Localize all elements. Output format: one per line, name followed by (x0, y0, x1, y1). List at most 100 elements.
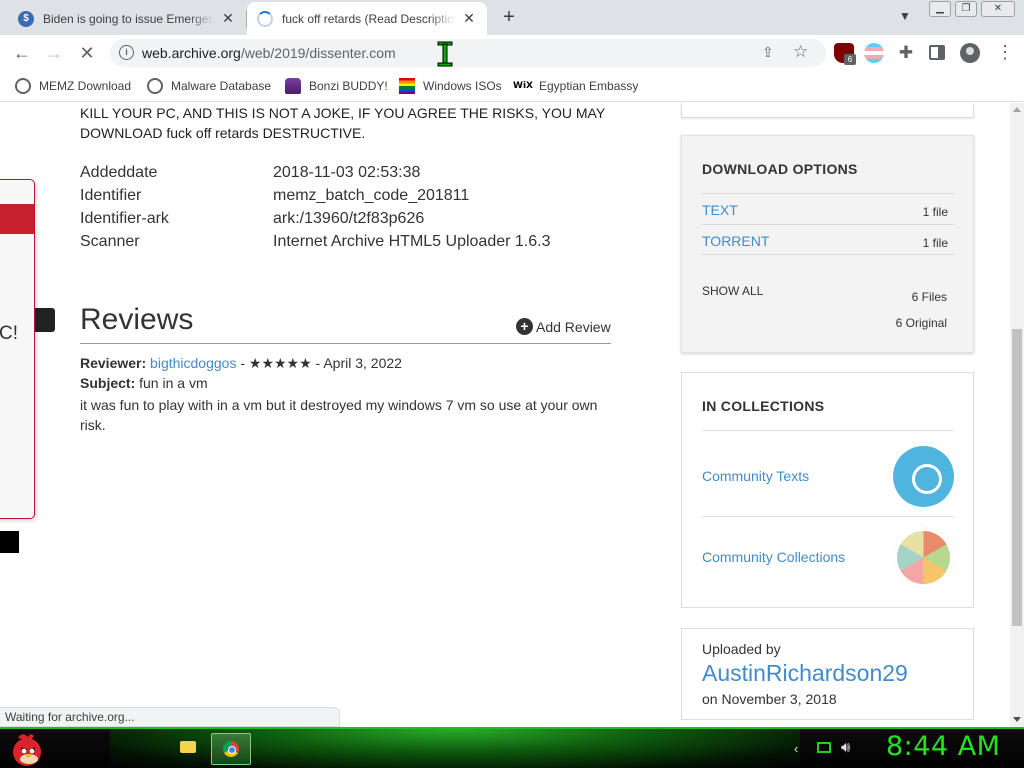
metadata-key: Addeddate (80, 164, 158, 181)
address-bar[interactable]: i web.archive.org/web/2019/dissenter.com… (110, 39, 826, 67)
back-arrow-icon[interactable]: ← (10, 41, 34, 65)
files-count: 6 Files (911, 290, 947, 304)
scroll-thumb[interactable] (1012, 329, 1022, 626)
tray-arrow-icon[interactable]: ‹ (794, 741, 798, 756)
popup-title-bar (0, 204, 34, 234)
collection-link-community-texts[interactable]: Community Texts (702, 468, 809, 484)
profile-avatar-icon[interactable] (960, 43, 980, 63)
uploader-card: Uploaded by AustinRichardson29 on Novemb… (681, 628, 974, 720)
forward-arrow-icon[interactable]: → (42, 41, 66, 65)
url-path: /web/2019/dissenter.com (240, 45, 396, 61)
restore-button[interactable]: ❐ (955, 1, 977, 17)
reviewer-link[interactable]: bigthicdoggos (150, 355, 236, 371)
review-reviewer-line: Reviewer: bigthicdoggos - ★★★★★ - April … (80, 355, 402, 372)
format-count: 1 file (922, 205, 948, 219)
popup-button[interactable] (0, 531, 19, 553)
share-icon[interactable]: ⇪ (762, 44, 774, 61)
globe-icon (15, 78, 31, 94)
divider (702, 430, 954, 431)
url-host: web.archive.org (142, 45, 241, 61)
taskbar-clock[interactable]: 8:44 AM (886, 731, 1000, 762)
side-panel-icon[interactable] (929, 45, 945, 60)
add-review-button[interactable]: + Add Review (516, 318, 611, 335)
taskbar: ‹ 🔊︎ 8:44 AM (0, 727, 1024, 768)
close-window-button[interactable]: ✕ (981, 1, 1015, 17)
format-label[interactable]: TORRENT (702, 233, 769, 249)
format-count: 1 file (922, 236, 948, 250)
community-texts-icon[interactable] (893, 446, 954, 507)
folder-taskbar-icon[interactable] (168, 733, 208, 765)
divider (702, 516, 954, 517)
tab-biden[interactable]: $ Biden is going to issue Emergency ✕ (8, 2, 246, 35)
tab-strip: $ Biden is going to issue Emergency ✕ fu… (0, 0, 1024, 35)
page-scrollbar[interactable] (1010, 103, 1024, 727)
format-label[interactable]: TEXT (702, 202, 738, 218)
review-subject-line: Subject: fun in a vm (80, 375, 208, 391)
more-menu-icon[interactable]: ⋮ (996, 43, 1014, 61)
metadata-key: Scanner (80, 233, 140, 250)
scroll-down-arrow-icon[interactable] (1013, 717, 1021, 722)
subject-label: Subject: (80, 375, 136, 391)
collections-card: IN COLLECTIONS Community Texts Community… (681, 372, 974, 608)
popup-tab (35, 308, 55, 332)
bookmark-label: Bonzi BUDDY! (309, 79, 388, 93)
metadata-value: ark:/13960/t2f83p626 (273, 210, 425, 227)
reviews-heading: Reviews (80, 303, 194, 336)
bookmark-malware-database[interactable]: Malware Database (147, 77, 271, 95)
plus-circle-icon: + (516, 318, 533, 335)
metadata-value: memz_batch_code_201811 (273, 187, 470, 204)
uploaded-by-label: Uploaded by (702, 641, 781, 657)
wix-icon: WiX (513, 81, 533, 91)
volume-icon[interactable]: 🔊︎ (841, 739, 850, 756)
collection-link-community-collections[interactable]: Community Collections (702, 549, 845, 565)
show-all-link[interactable]: SHOW ALL (702, 284, 763, 298)
bookmark-label: Malware Database (171, 79, 272, 93)
sidebar-card-top (681, 103, 974, 118)
community-collections-icon[interactable] (893, 527, 954, 588)
bookmark-egyptian-embassy[interactable]: WiX Egyptian Embassy (513, 77, 639, 95)
popup-dialog[interactable]: C! (0, 179, 35, 553)
extensions-puzzle-icon[interactable]: ✚ (896, 43, 916, 63)
bookmark-label: Windows ISOs (423, 79, 502, 93)
collections-heading: IN COLLECTIONS (702, 398, 825, 414)
network-icon[interactable] (817, 742, 831, 753)
ublock-badge: 6 (844, 54, 856, 65)
site-info-icon[interactable]: i (119, 45, 134, 60)
stop-loading-icon[interactable]: ✕ (75, 41, 99, 65)
review-subject: fun in a vm (139, 375, 208, 391)
dollar-icon: $ (18, 10, 34, 27)
bookmark-memz[interactable]: MEMZ Download (15, 77, 131, 95)
divider (702, 254, 954, 255)
close-icon[interactable]: ✕ (461, 10, 477, 27)
download-options-heading: DOWNLOAD OPTIONS (702, 161, 858, 177)
bookmark-label: MEMZ Download (39, 79, 132, 93)
tab-active[interactable]: fuck off retards (Read Description ✕ (247, 2, 487, 35)
item-description: KILL YOUR PC, AND THIS IS NOT A JOKE, IF… (80, 105, 605, 141)
new-tab-button[interactable]: + (498, 7, 520, 29)
close-icon[interactable]: ✕ (220, 10, 236, 27)
upload-date: on November 3, 2018 (702, 691, 837, 707)
download-format-text[interactable]: TEXT 1 file (702, 193, 954, 224)
bookmark-bonzi[interactable]: Bonzi BUDDY! (285, 77, 388, 95)
trans-flag-extension-icon[interactable] (864, 43, 884, 63)
divider (80, 343, 611, 344)
browser-toolbar: ← → ✕ i web.archive.org/web/2019/dissent… (0, 35, 1024, 70)
download-format-torrent[interactable]: TORRENT 1 file (702, 224, 954, 255)
metadata-key: Identifier (80, 187, 142, 204)
tab-title: fuck off retards (Read Description (282, 11, 455, 26)
chevron-down-icon[interactable]: ▼ (896, 9, 914, 27)
angry-bird-start-icon[interactable] (6, 729, 46, 768)
bookmark-label: Egyptian Embassy (539, 79, 639, 93)
uploader-name-link[interactable]: AustinRichardson29 (702, 660, 908, 687)
page-content: KILL YOUR PC, AND THIS IS NOT A JOKE, IF… (0, 103, 1010, 727)
scroll-up-arrow-icon[interactable] (1013, 107, 1021, 112)
bookmark-windows-isos[interactable]: Windows ISOs (399, 77, 502, 95)
minimize-button[interactable]: ▁ (929, 1, 951, 17)
chrome-taskbar-icon[interactable] (211, 733, 251, 765)
original-count: 6 Original (895, 316, 947, 330)
reviewer-label: Reviewer: (80, 355, 147, 371)
bonzi-icon (285, 78, 301, 94)
review-body: it was fun to play with in a vm but it d… (80, 397, 598, 433)
bookmark-star-icon[interactable]: ☆ (793, 42, 808, 62)
url-text[interactable]: web.archive.org/web/2019/dissenter.com (142, 45, 396, 61)
